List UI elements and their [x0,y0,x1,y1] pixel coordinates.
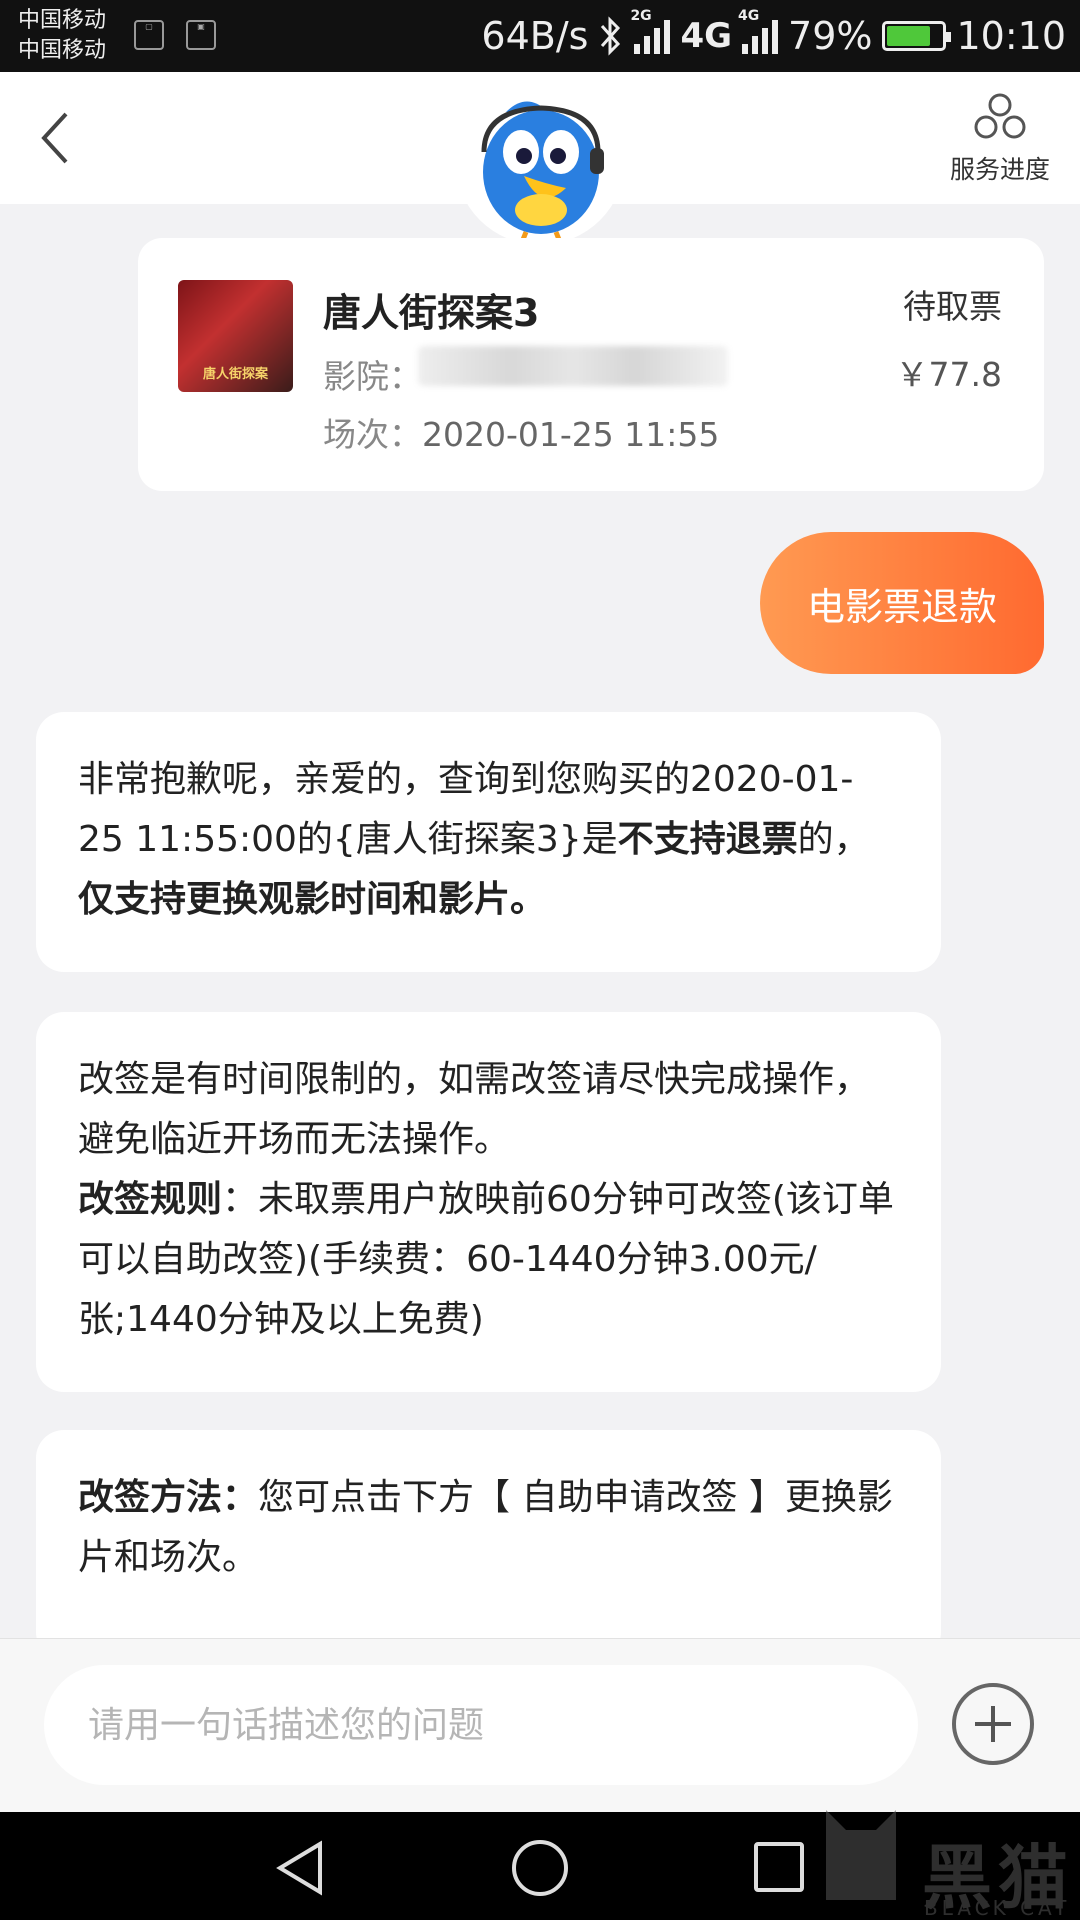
carrier-labels: 中国移动 中国移动 [18,6,106,66]
msg2-text-1: 改签是有时间限制的，如需改签请尽快完成操作，避免临近开场而无法操作。 [78,1059,871,1160]
service-progress-icon [974,93,1026,139]
network-type: 4G [680,16,733,56]
bird-mascot-avatar [481,101,604,242]
carrier-1: 中国移动 [18,8,107,33]
signal-strength-icon: 2G [630,8,671,54]
order-card[interactable]: 唐人街探案 唐人街探案3 影院： 场次：2020-01-25 11:55 待取票… [138,238,1044,491]
black-cat-logo [826,1810,896,1900]
net-speed: 64B/s [481,14,589,58]
showtime-row: 场次：2020-01-25 11:55 [323,408,719,456]
message-notification-icon: ▣ [186,20,216,50]
chat-input-bar [0,1638,1080,1812]
ticket-status: 待取票 [903,287,1002,326]
bluetooth-icon [601,16,621,56]
clock: 10:10 [956,14,1066,58]
nav-home-icon[interactable] [512,1840,568,1896]
service-progress-label: 服务进度 [949,155,1050,184]
signal-type-tag: 2G [630,8,652,24]
back-arrow-icon[interactable] [36,108,76,168]
cinema-name-redacted [418,346,728,386]
showtime-label: 场次： [323,415,422,454]
battery-icon [882,21,952,51]
notification-app-icon: ▢ [134,20,164,50]
signal-strength-icon-2: 4G [738,8,779,54]
question-input[interactable] [44,1665,918,1785]
bot-message-change-method: 改签方法：您可点击下方【 自助申请改签 】更换影片和场次。 [36,1430,941,1660]
service-progress-button[interactable]: 服务进度 [940,92,1060,186]
bot-message-refund-policy: 非常抱歉呢，亲爱的，查询到您购买的2020-01-25 11:55:00的{唐人… [36,712,941,972]
status-bar: 中国移动 中国移动 ▢ ▣ 64B/s 2G 4G 4G 79% 10:10 [0,0,1080,72]
showtime-value: 2020-01-25 11:55 [422,415,720,454]
poster-title-text: 唐人街探案 [202,367,268,382]
carrier-2: 中国移动 [18,38,107,63]
msg1-text-2: 的， [797,819,870,860]
movie-poster: 唐人街探案 [178,280,293,392]
user-message-bubble: 电影票退款 [760,532,1044,674]
add-attachment-button[interactable] [952,1683,1034,1765]
signal-type-tag-2: 4G [738,8,760,24]
nav-recent-apps-icon[interactable] [754,1842,804,1892]
msg1-bold-1: 不支持退票 [617,819,798,860]
nav-back-icon[interactable] [274,1840,326,1896]
blackcat-watermark: 黑猫 BLACK CAT [806,1800,1080,1920]
cinema-label: 影院： [323,357,422,396]
status-indicators: 64B/s 2G 4G 4G 79% 10:10 [481,8,1066,62]
bot-message-change-rules: 改签是有时间限制的，如需改签请尽快完成操作，避免临近开场而无法操作。 改签规则：未… [36,1012,941,1392]
battery-fill [887,26,931,46]
ticket-price: ￥77.8 [895,355,1002,394]
msg1-bold-2: 仅支持更换观影时间和影片。 [78,879,547,920]
movie-title: 唐人街探案3 [323,291,540,335]
battery-percent: 79% [788,14,873,58]
msg3-bold-1: 改签方法： [78,1477,259,1518]
watermark-en: BLACK CAT [924,1896,1071,1920]
msg2-bold-1: 改签规则 [78,1179,223,1220]
